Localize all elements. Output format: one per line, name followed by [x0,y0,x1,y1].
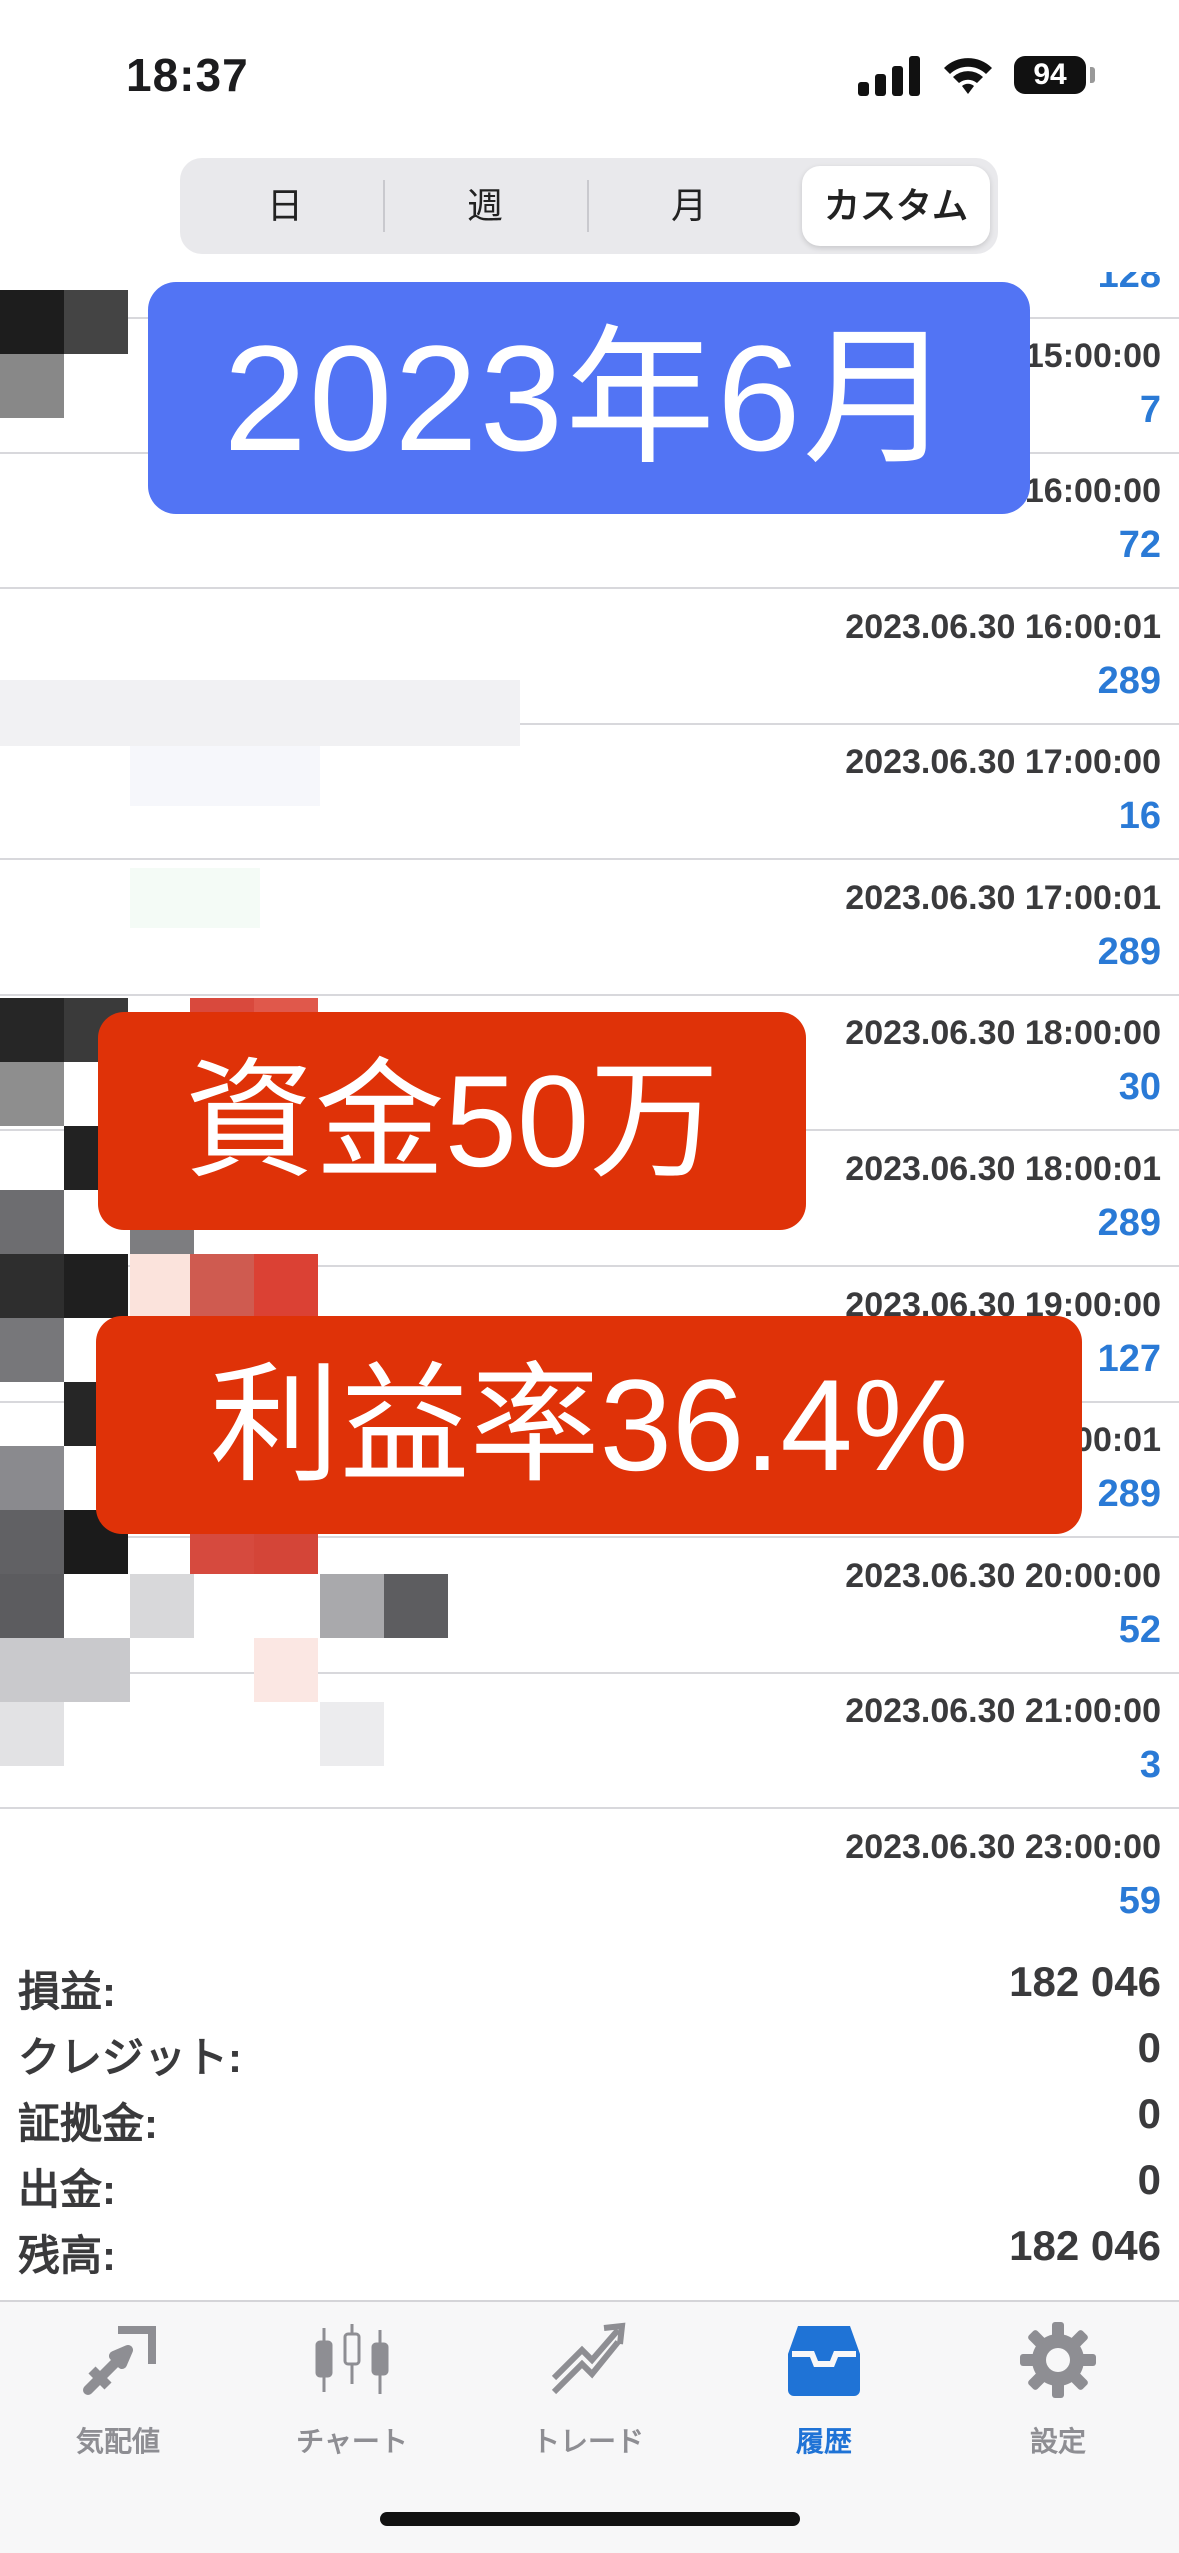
candlestick-chart-icon [315,2324,389,2394]
row-time: 2023.06.30 18:00:00 [845,1014,1161,1052]
wifi-icon [944,58,992,94]
tab-quotes[interactable]: 気配値 [18,2320,218,2460]
summary-label: 残高: [18,2232,116,2279]
status-time: 18:37 [126,49,249,101]
row-value: 52 [1118,1609,1161,1651]
month-banner: 2023年6月 [148,282,1030,514]
row-value: 16 [1118,795,1161,837]
battery-cap [1090,67,1095,83]
segment-divider [383,180,385,232]
home-indicator[interactable] [380,2512,800,2526]
summary-row: 出金: 0 [0,2156,1179,2222]
battery-icon: 94 [1014,56,1086,94]
period-segmented-control: 日 週 月 カスタム [180,158,998,254]
row-value: 72 [1118,524,1161,566]
row-value: 128 [1097,272,1161,296]
row-value: 289 [1097,660,1161,702]
summary-row: クレジット: 0 [0,2024,1179,2090]
summary-value: 182 046 [1009,2222,1161,2269]
cellular-signal-icon [858,56,922,96]
quotes-icon [83,2326,156,2395]
list-item[interactable]: 2023.06.30 23:00:00 59 [0,1808,1179,1937]
list-item[interactable]: 2023.06.30 21:00:00 3 [0,1672,1179,1809]
summary-value: 0 [1137,2024,1161,2071]
summary-value: 0 [1137,2156,1161,2203]
account-summary: 損益: 182 046 クレジット: 0 証拠金: 0 出金: 0 残高: 18… [0,1940,1179,2300]
gear-icon [1020,2322,1096,2398]
row-time: 16:00:00 [1024,472,1161,510]
tab-settings[interactable]: 設定 [958,2320,1158,2460]
row-value: 30 [1118,1066,1161,1108]
segment-month[interactable]: 月 [590,166,788,246]
row-value: 127 [1097,1338,1161,1380]
row-time: 15:00:00 [1024,337,1161,375]
tab-label: トレード [531,2426,644,2457]
summary-label: 証拠金: [18,2100,158,2147]
row-time: 2023.06.30 20:00:00 [845,1557,1161,1595]
tab-history[interactable]: 履歴 [724,2320,924,2460]
row-time: 2023.06.30 18:00:01 [845,1150,1161,1188]
row-time: 2023.06.30 17:00:01 [845,879,1161,917]
summary-row: 損益: 182 046 [0,1958,1179,2024]
capital-banner: 資金50万 [98,1012,806,1230]
tab-label: 履歴 [795,2426,852,2457]
summary-value: 182 046 [1009,1958,1161,2005]
profit-rate-banner: 利益率36.4% [96,1316,1082,1534]
tab-label: 設定 [1029,2426,1086,2457]
summary-value: 0 [1137,2090,1161,2137]
summary-row: 証拠金: 0 [0,2090,1179,2156]
row-value: 59 [1118,1880,1161,1922]
summary-label: 出金: [18,2166,116,2213]
row-time: 2023.06.30 21:00:00 [845,1692,1161,1730]
segment-day[interactable]: 日 [190,166,380,246]
summary-label: 損益: [18,1968,116,2015]
history-inbox-icon [788,2326,860,2396]
row-value: 3 [1139,1744,1161,1786]
row-time: 2023.06.30 23:00:00 [845,1828,1161,1866]
tab-trade[interactable]: トレード [488,2320,688,2460]
summary-row: 残高: 182 046 [0,2222,1179,2288]
segment-week[interactable]: 週 [386,166,584,246]
row-time: 00:01 [1074,1421,1161,1459]
summary-label: クレジット: [18,2034,242,2081]
tab-label: チャート [296,2426,408,2457]
row-time: 2023.06.30 16:00:01 [845,608,1161,646]
segment-custom[interactable]: カスタム [802,166,990,246]
row-value: 7 [1139,389,1161,431]
tab-label: 気配値 [75,2426,160,2457]
trade-icon [551,2322,626,2395]
row-value: 289 [1097,931,1161,973]
row-time: 2023.06.30 17:00:00 [845,743,1161,781]
row-value: 289 [1097,1473,1161,1515]
status-bar: 18:37 94 [0,0,1179,150]
row-value: 289 [1097,1202,1161,1244]
tab-chart[interactable]: チャート [252,2320,452,2460]
segment-divider [587,180,589,232]
